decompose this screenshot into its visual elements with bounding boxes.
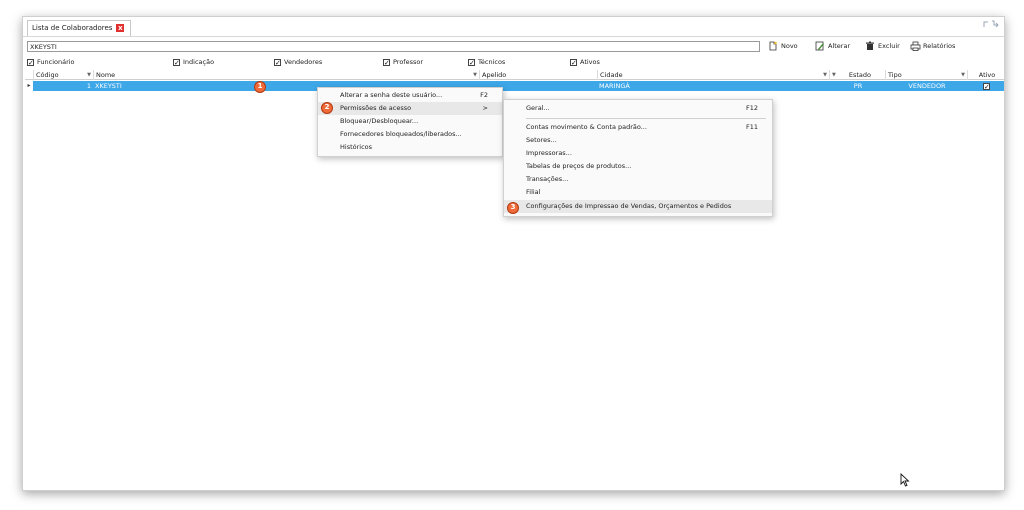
column-label: Ativo	[978, 71, 996, 79]
column-label: Tipo	[888, 71, 902, 79]
submenu-item-config-impressao[interactable]: Configurações de Impressao de Vendas, Or…	[504, 200, 772, 213]
relatorios-button[interactable]: Relatórios	[910, 40, 955, 52]
submenu-permissoes: Geral... F12 Contas movimento & Conta pa…	[503, 99, 773, 217]
column-header-apelido[interactable]: Apelido	[479, 70, 597, 80]
checkbox[interactable]: ✓	[173, 58, 180, 66]
column-label: Nome	[96, 71, 116, 79]
alterar-label: Alterar	[828, 42, 851, 50]
step-badge-2: 2	[321, 102, 333, 114]
new-document-icon	[768, 41, 778, 51]
menu-item-alterar-senha[interactable]: Alterar a senha deste usuário... F2	[318, 89, 502, 102]
row-indicator-icon: ▸	[25, 81, 33, 91]
menu-item-fornecedores[interactable]: Fornecedores bloqueados/liberados...	[318, 128, 502, 141]
filter-indicacao[interactable]: ✓ Indicação	[173, 58, 214, 66]
column-label: Estado	[848, 71, 871, 79]
grid-header: Código ▼ Nome ▼ Apelido Cidade ▼ Estado ▼ Ti…	[25, 70, 1004, 80]
novo-label: Novo	[781, 42, 798, 50]
column-header-codigo[interactable]: Código ▼	[33, 70, 93, 80]
filter-funcionario[interactable]: ✓ Funcionário	[27, 58, 75, 66]
tab-lista-colaboradores[interactable]: Lista de Colaboradores x	[27, 20, 132, 36]
checkbox[interactable]: ✓	[274, 58, 281, 66]
filter-label: Funcionário	[37, 58, 75, 66]
excluir-button[interactable]: Excluir	[865, 40, 900, 52]
column-header-tipo[interactable]: Tipo ▼	[885, 70, 967, 80]
filter-bar: ✓ Funcionário ✓ Indicação ✓ Vendedores ✓…	[27, 58, 1002, 68]
filter-icon[interactable]: ▼	[961, 70, 965, 80]
column-label: Cidade	[600, 71, 623, 79]
novo-button[interactable]: Novo	[768, 40, 798, 52]
pin-icon[interactable]	[982, 19, 1000, 32]
context-menu: Alterar a senha deste usuário... F2 Perm…	[317, 87, 503, 157]
tab-title: Lista de Colaboradores	[32, 24, 113, 32]
search-input[interactable]: XKEYSTI	[27, 41, 760, 52]
submenu-arrow-icon: >	[482, 104, 488, 112]
filter-icon[interactable]: ▼	[832, 70, 836, 80]
checkbox[interactable]: ✓	[468, 58, 475, 66]
column-label: Apelido	[482, 71, 507, 79]
submenu-item-transacoes[interactable]: Transações...	[504, 173, 772, 186]
column-header-cidade[interactable]: Cidade ▼	[597, 70, 829, 80]
filter-label: Indicação	[183, 58, 215, 66]
cell-codigo: 1	[86, 82, 91, 90]
relatorios-label: Relatórios	[923, 42, 956, 50]
submenu-item-impressoras[interactable]: Impressoras...	[504, 147, 772, 160]
cell-ativo[interactable]: ✓	[967, 81, 1004, 91]
submenu-item-contas[interactable]: Contas movimento & Conta padrão... F11	[504, 121, 772, 134]
cell-cidade: MARINGÁ	[599, 82, 630, 90]
column-header-nome[interactable]: Nome ▼	[93, 70, 479, 80]
ativo-checkbox[interactable]: ✓	[983, 82, 990, 90]
step-badge-1: 1	[254, 81, 266, 93]
filter-icon[interactable]: ▼	[87, 70, 91, 80]
printer-icon	[910, 41, 921, 51]
column-label: Código	[36, 71, 59, 79]
trash-icon	[865, 41, 875, 51]
filter-icon[interactable]: ▼	[473, 70, 477, 80]
colaboradores-window: Lista de Colaboradores x XKEYSTI Novo Al…	[22, 16, 1005, 491]
alterar-button[interactable]: Alterar	[815, 40, 850, 52]
menu-item-permissoes[interactable]: Permissões de acesso >	[318, 102, 502, 115]
step-badge-3: 3	[507, 202, 519, 214]
checkbox[interactable]: ✓	[383, 58, 390, 66]
edit-icon	[815, 41, 825, 51]
table-row[interactable]: ▸ 1 XKEYSTI MARINGÁ PR VENDEDOR ✓	[25, 81, 1004, 91]
checkbox[interactable]: ✓	[570, 58, 577, 66]
filter-icon[interactable]: ▼	[823, 70, 827, 80]
filter-label: Técnicos	[478, 58, 506, 66]
close-icon[interactable]: x	[116, 24, 125, 32]
submenu-item-tabelas-precos[interactable]: Tabelas de preços de produtos...	[504, 160, 772, 173]
menu-separator	[526, 118, 766, 119]
submenu-item-setores[interactable]: Setores...	[504, 134, 772, 147]
menu-item-bloquear[interactable]: Bloquear/Desbloquear...	[318, 115, 502, 128]
filter-tecnicos[interactable]: ✓ Técnicos	[468, 58, 505, 66]
filter-label: Ativos	[580, 58, 600, 66]
column-header-estado[interactable]: Estado ▼	[829, 70, 885, 80]
filter-label: Professor	[393, 58, 424, 66]
column-header-ativo[interactable]: Ativo	[967, 70, 1004, 80]
filter-label: Vendedores	[284, 58, 323, 66]
filter-professor[interactable]: ✓ Professor	[383, 58, 423, 66]
submenu-item-geral[interactable]: Geral... F12	[504, 102, 772, 115]
checkbox[interactable]: ✓	[27, 58, 34, 66]
cell-tipo: VENDEDOR	[908, 82, 946, 90]
tab-bar: Lista de Colaboradores x	[23, 17, 1004, 37]
filter-ativos[interactable]: ✓ Ativos	[570, 58, 600, 66]
submenu-item-filial[interactable]: Filial	[504, 186, 772, 199]
cell-estado: PR	[853, 82, 863, 90]
excluir-label: Excluir	[878, 42, 900, 50]
filter-vendedores[interactable]: ✓ Vendedores	[274, 58, 322, 66]
mouse-cursor-icon	[900, 472, 910, 489]
menu-item-historicos[interactable]: Históricos	[318, 141, 502, 154]
